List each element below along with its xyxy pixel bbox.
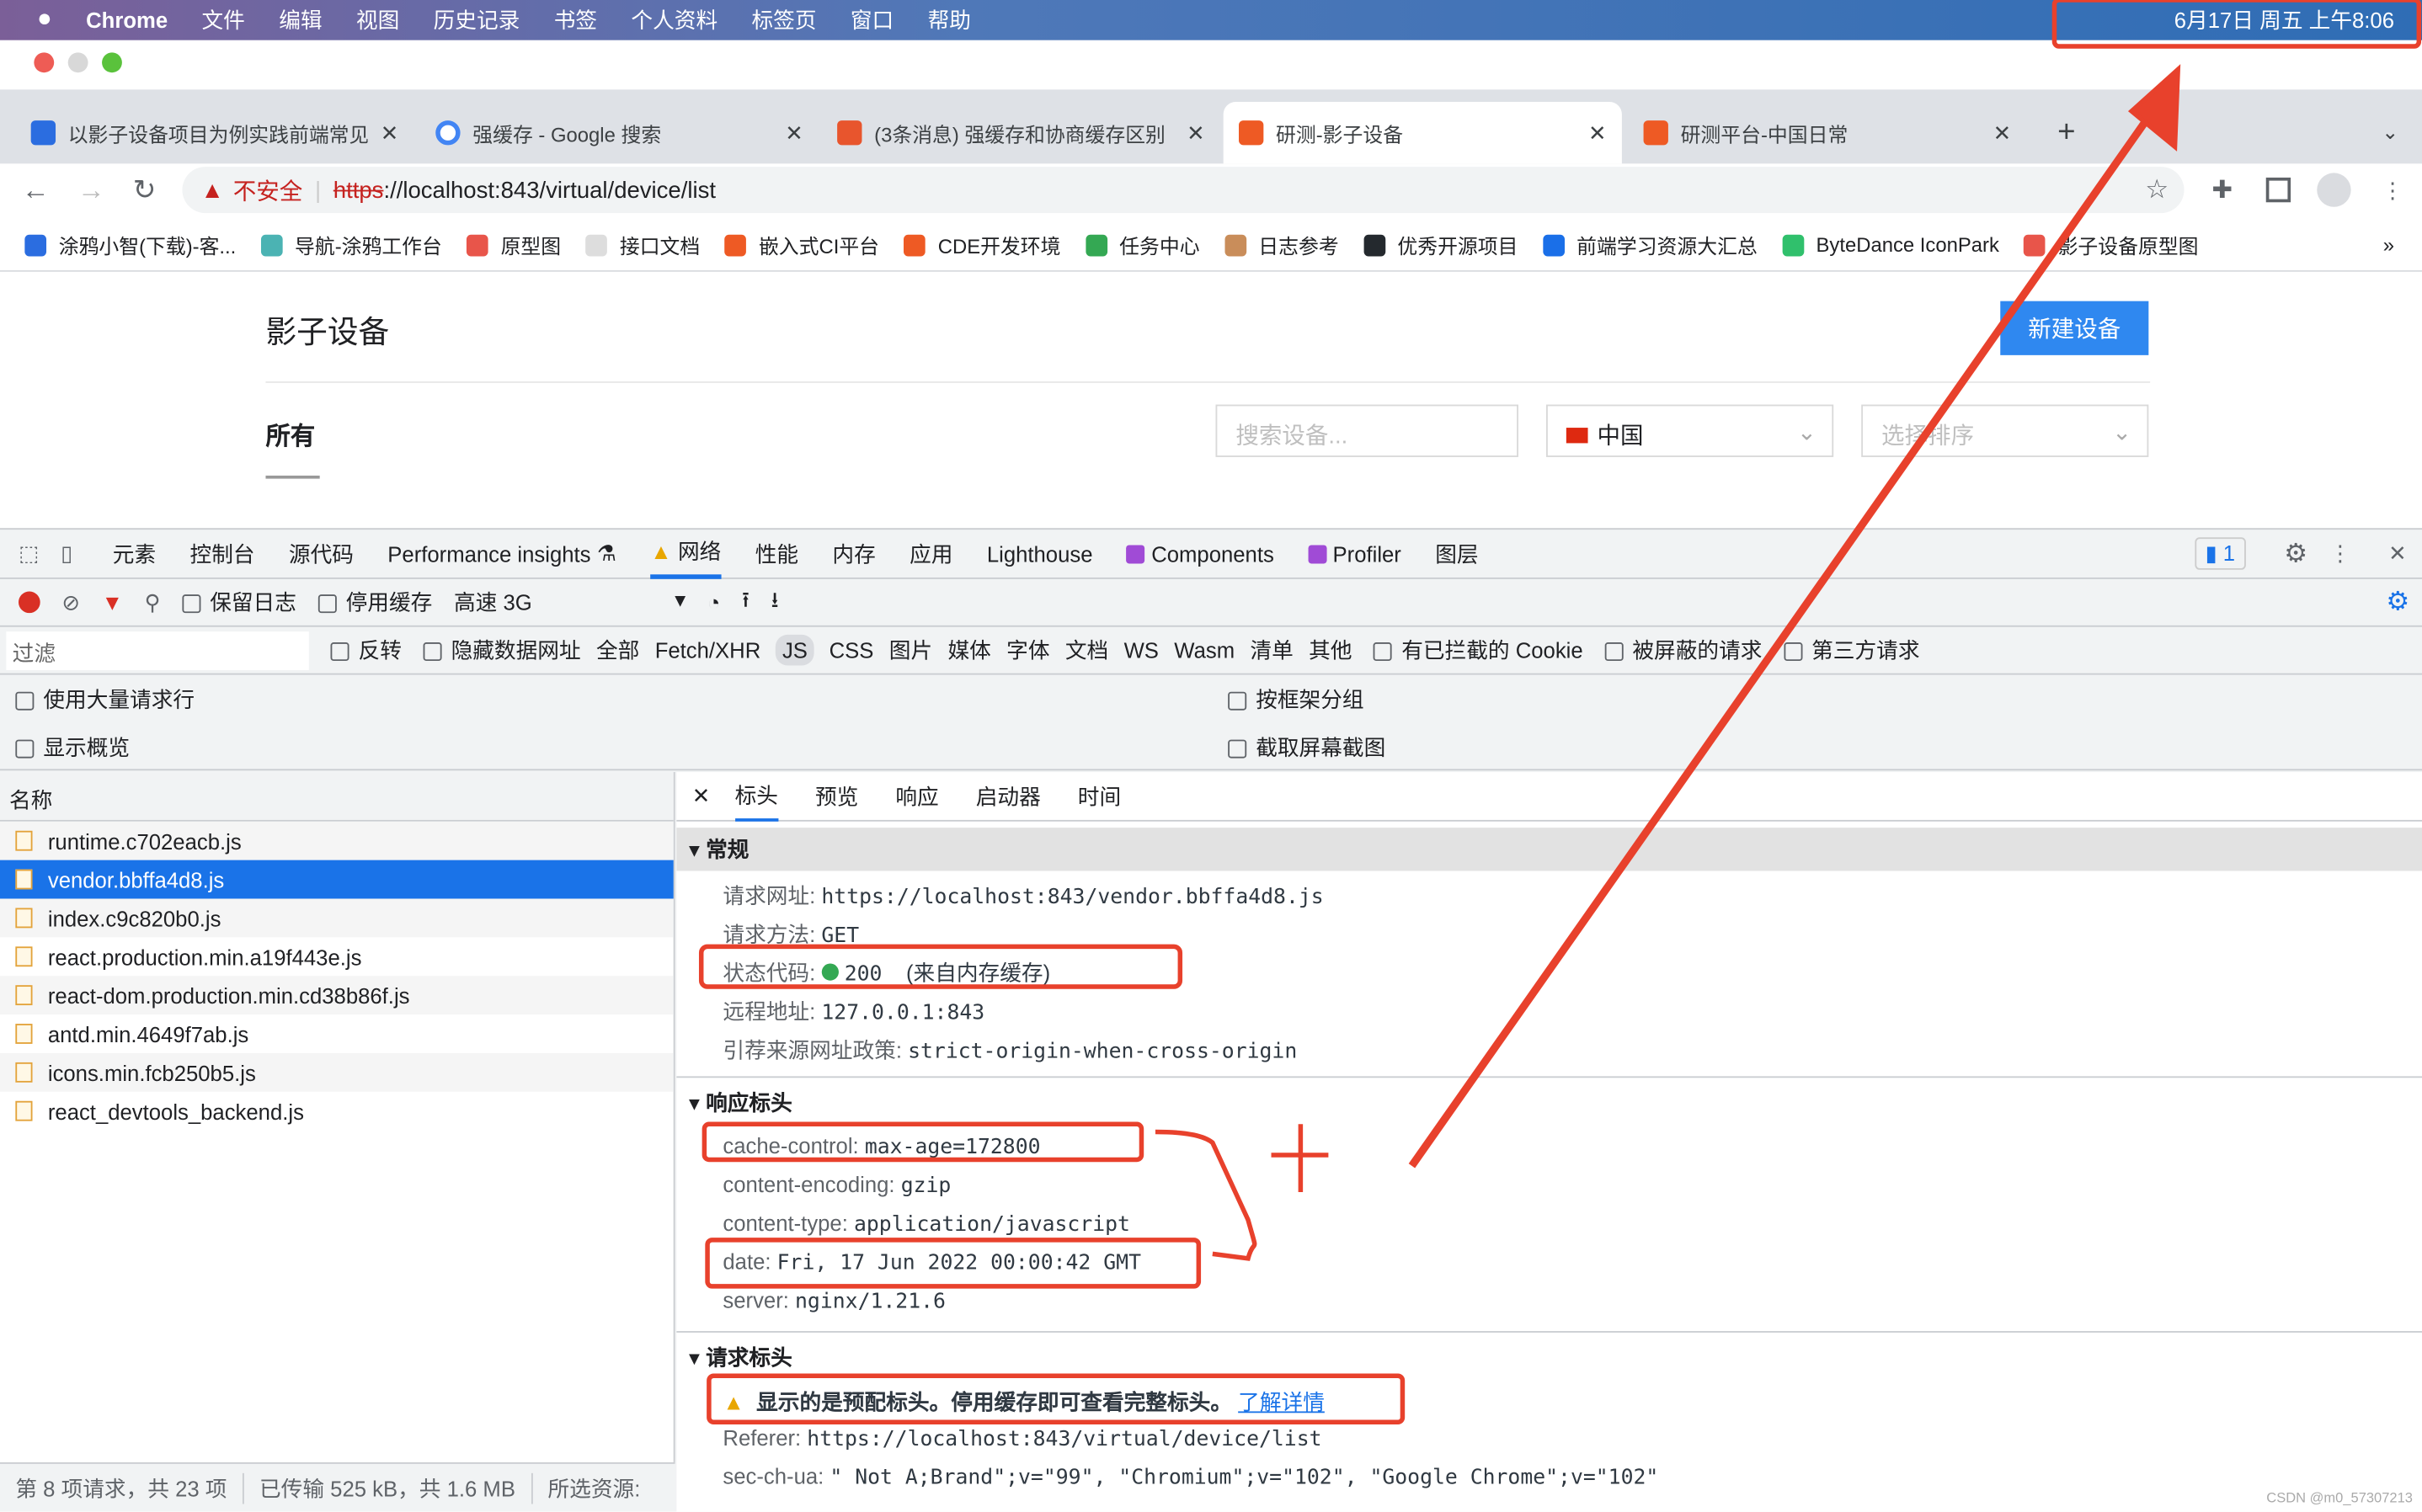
annotation-overlay [698,0,2422,1425]
annotation-arrow-line [1408,105,2158,1169]
annotation-plus [1271,1124,1329,1192]
annotation-box-date [705,1238,1202,1289]
annotation-box-warning [707,1373,1406,1425]
annotation-box-cache-control [702,1121,1144,1163]
annotation-box-clock [2051,0,2422,49]
annotation-box-status [698,944,1183,989]
